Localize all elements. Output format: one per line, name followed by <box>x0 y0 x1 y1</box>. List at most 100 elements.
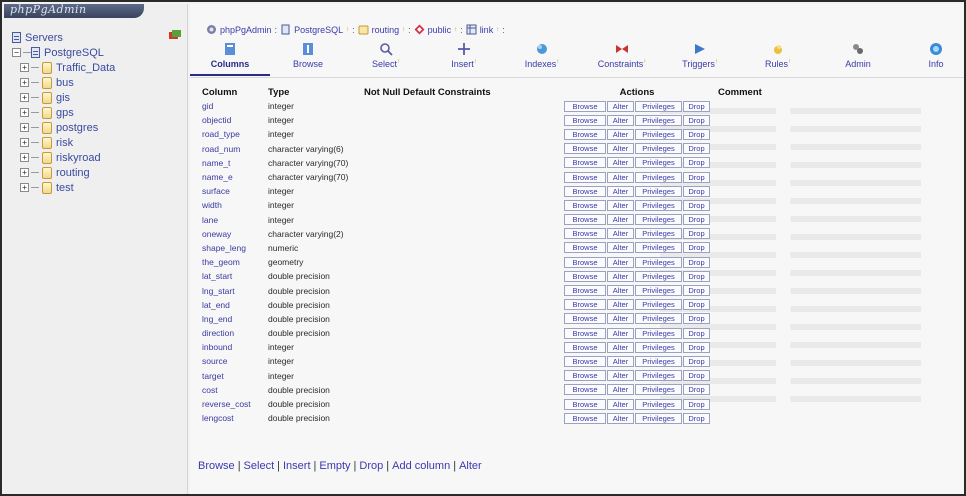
breadcrumb-schema[interactable]: public <box>428 25 452 35</box>
expand-icon[interactable]: + <box>20 168 29 177</box>
column-name[interactable]: oneway <box>198 227 264 241</box>
alter-button[interactable]: Alter <box>607 355 634 367</box>
tree-item-database[interactable]: + bus <box>20 75 115 90</box>
browse-button[interactable]: Browse <box>564 270 606 282</box>
privileges-button[interactable]: Privileges <box>635 285 682 297</box>
privileges-button[interactable]: Privileges <box>635 242 682 254</box>
column-name[interactable]: lengcost <box>198 411 264 425</box>
browse-button[interactable]: Browse <box>564 242 606 254</box>
drop-button[interactable]: Drop <box>683 412 710 424</box>
drop-button[interactable]: Drop <box>683 214 710 226</box>
tab-columns[interactable]: Columns <box>190 40 270 76</box>
privileges-button[interactable]: Privileges <box>635 199 682 211</box>
privileges-button[interactable]: Privileges <box>635 270 682 282</box>
expand-icon[interactable]: + <box>20 123 29 132</box>
breadcrumb-table[interactable]: link <box>480 25 494 35</box>
alter-button[interactable]: Alter <box>607 285 634 297</box>
tree-item-database[interactable]: + routing <box>20 165 115 180</box>
alter-button[interactable]: Alter <box>607 398 634 410</box>
tab-info[interactable]: Info <box>896 40 966 76</box>
column-name[interactable]: gid <box>198 99 264 113</box>
link-insert[interactable]: Insert <box>283 460 311 472</box>
drop-button[interactable]: Drop <box>683 299 710 311</box>
drop-button[interactable]: Drop <box>683 370 710 382</box>
browse-button[interactable]: Browse <box>564 185 606 197</box>
browse-button[interactable]: Browse <box>564 171 606 183</box>
drop-button[interactable]: Drop <box>683 185 710 197</box>
browse-button[interactable]: Browse <box>564 341 606 353</box>
column-name[interactable]: inbound <box>198 340 264 354</box>
column-name[interactable]: road_num <box>198 142 264 156</box>
browse-button[interactable]: Browse <box>564 355 606 367</box>
tab-select[interactable]: Select↑ <box>346 40 426 76</box>
alter-button[interactable]: Alter <box>607 114 634 126</box>
drop-button[interactable]: Drop <box>683 143 710 155</box>
drop-button[interactable]: Drop <box>683 114 710 126</box>
browse-button[interactable]: Browse <box>564 114 606 126</box>
breadcrumb-database[interactable]: routing <box>372 25 400 35</box>
column-name[interactable]: reverse_cost <box>198 397 264 411</box>
drop-button[interactable]: Drop <box>683 171 710 183</box>
privileges-button[interactable]: Privileges <box>635 412 682 424</box>
drop-button[interactable]: Drop <box>683 270 710 282</box>
drop-button[interactable]: Drop <box>683 355 710 367</box>
drop-button[interactable]: Drop <box>683 256 710 268</box>
privileges-button[interactable]: Privileges <box>635 370 682 382</box>
drop-button[interactable]: Drop <box>683 327 710 339</box>
alter-button[interactable]: Alter <box>607 128 634 140</box>
drop-button[interactable]: Drop <box>683 100 710 112</box>
tree-item-database[interactable]: + test <box>20 180 115 195</box>
column-name[interactable]: lat_end <box>198 298 264 312</box>
privileges-button[interactable]: Privileges <box>635 143 682 155</box>
breadcrumb-server[interactable]: PostgreSQL <box>294 25 343 35</box>
browse-button[interactable]: Browse <box>564 157 606 169</box>
browse-button[interactable]: Browse <box>564 228 606 240</box>
drop-button[interactable]: Drop <box>683 199 710 211</box>
alter-button[interactable]: Alter <box>607 228 634 240</box>
alter-button[interactable]: Alter <box>607 100 634 112</box>
privileges-button[interactable]: Privileges <box>635 185 682 197</box>
expand-icon[interactable]: + <box>20 138 29 147</box>
browse-button[interactable]: Browse <box>564 327 606 339</box>
tab-indexes[interactable]: Indexes↑ <box>502 40 582 76</box>
drop-button[interactable]: Drop <box>683 285 710 297</box>
tree-item-database[interactable]: + risk <box>20 135 115 150</box>
privileges-button[interactable]: Privileges <box>635 228 682 240</box>
privileges-button[interactable]: Privileges <box>635 327 682 339</box>
drop-button[interactable]: Drop <box>683 228 710 240</box>
column-name[interactable]: source <box>198 354 264 368</box>
privileges-button[interactable]: Privileges <box>635 341 682 353</box>
link-alter[interactable]: Alter <box>459 460 482 472</box>
drop-button[interactable]: Drop <box>683 242 710 254</box>
tree-item-database[interactable]: + Traffic_Data <box>20 60 115 75</box>
privileges-button[interactable]: Privileges <box>635 128 682 140</box>
expand-icon[interactable]: + <box>20 93 29 102</box>
tree-item-postgresql[interactable]: − PostgreSQL <box>12 45 115 60</box>
browse-button[interactable]: Browse <box>564 370 606 382</box>
column-name[interactable]: name_t <box>198 156 264 170</box>
breadcrumb-app[interactable]: phpPgAdmin <box>220 25 272 35</box>
tab-constraints[interactable]: Constraints↑ <box>582 40 662 76</box>
link-browse[interactable]: Browse <box>198 460 235 472</box>
privileges-button[interactable]: Privileges <box>635 214 682 226</box>
alter-button[interactable]: Alter <box>607 412 634 424</box>
tab-insert[interactable]: Insert↑ <box>424 40 504 76</box>
browse-button[interactable]: Browse <box>564 384 606 396</box>
tree-item-database[interactable]: + gis <box>20 90 115 105</box>
column-name[interactable]: lng_start <box>198 283 264 297</box>
column-name[interactable]: the_geom <box>198 255 264 269</box>
column-name[interactable]: road_type <box>198 127 264 141</box>
privileges-button[interactable]: Privileges <box>635 299 682 311</box>
drop-button[interactable]: Drop <box>683 398 710 410</box>
browse-button[interactable]: Browse <box>564 285 606 297</box>
column-name[interactable]: lane <box>198 213 264 227</box>
link-empty[interactable]: Empty <box>319 460 350 472</box>
browse-button[interactable]: Browse <box>564 412 606 424</box>
browse-button[interactable]: Browse <box>564 199 606 211</box>
column-name[interactable]: lng_end <box>198 312 264 326</box>
expand-icon[interactable]: + <box>20 63 29 72</box>
alter-button[interactable]: Alter <box>607 157 634 169</box>
browse-button[interactable]: Browse <box>564 143 606 155</box>
column-name[interactable]: target <box>198 369 264 383</box>
link-drop[interactable]: Drop <box>359 460 383 472</box>
